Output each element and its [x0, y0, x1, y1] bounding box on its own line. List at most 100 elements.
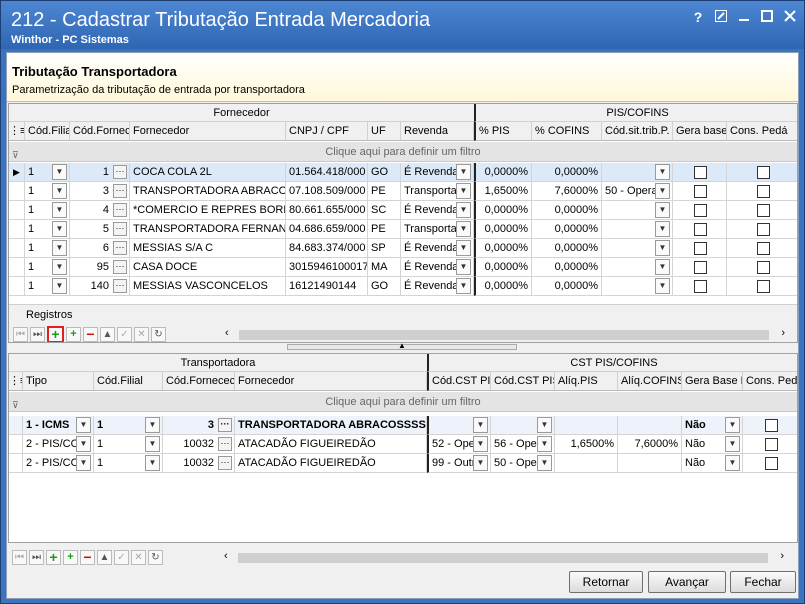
- chevron-down-icon[interactable]: ▼: [145, 417, 160, 433]
- col-pis[interactable]: % PIS: [474, 122, 532, 141]
- checkbox[interactable]: [764, 419, 778, 432]
- cell-fornecedor[interactable]: COCA COLA 2L: [130, 163, 286, 182]
- cell-cons-peda[interactable]: [743, 454, 797, 473]
- cell-cons-peda[interactable]: [727, 277, 797, 296]
- add-child-button[interactable]: +: [66, 327, 81, 342]
- table-row[interactable]: 2 - PIS/CO ▼ 1 ▼ 10032 ··· ATACADÃO FIGUEIREDÃ…: [9, 454, 797, 473]
- chevron-down-icon[interactable]: ▼: [456, 202, 471, 218]
- chevron-down-icon[interactable]: ▼: [456, 183, 471, 199]
- cell-cons-peda[interactable]: [727, 220, 797, 239]
- splitter-handle[interactable]: ▲: [287, 341, 517, 350]
- cell-uf[interactable]: SP: [368, 239, 401, 258]
- col-uf[interactable]: UF: [368, 122, 401, 141]
- refresh-button[interactable]: ↻: [151, 327, 166, 342]
- column-chooser-icon[interactable]: ⋮≡: [9, 372, 23, 391]
- chevron-down-icon[interactable]: ▼: [537, 455, 552, 471]
- table-row[interactable]: 1 - ICMS ▼ 1 ▼ 3 ··· TRANSPORTADORA ABRACOSSSS…: [9, 416, 797, 435]
- cell-cons-peda[interactable]: [727, 239, 797, 258]
- cell-aliq-cofins[interactable]: [618, 454, 682, 473]
- cell-cofins[interactable]: 0,0000%: [532, 239, 602, 258]
- table-row[interactable]: 1 ▼ 140 ··· MESSIAS VASCONCELOS 16121490144 GO…: [9, 277, 797, 296]
- scroll-thumb[interactable]: [239, 330, 769, 340]
- chevron-down-icon[interactable]: ▼: [76, 417, 91, 433]
- scroll-right-icon[interactable]: ›: [781, 327, 785, 339]
- col-tipo[interactable]: Tipo: [23, 372, 94, 391]
- chevron-down-icon[interactable]: ▼: [456, 221, 471, 237]
- cell-cod-filial[interactable]: 1 ▼: [25, 163, 70, 182]
- cell-tipo[interactable]: 1 - ICMS ▼: [23, 416, 94, 435]
- minimize-button[interactable]: [735, 9, 753, 25]
- cell-cons-peda[interactable]: [743, 435, 797, 454]
- chevron-down-icon[interactable]: ▼: [145, 436, 160, 452]
- ellipsis-button[interactable]: ···: [113, 222, 127, 236]
- first-record-button[interactable]: ⏮: [12, 550, 27, 565]
- col-revenda[interactable]: Revenda: [401, 122, 474, 141]
- table-row[interactable]: 1 ▼ 4 ··· *COMERCIO E REPRES BORNH 80.661.655…: [9, 201, 797, 220]
- cell-cnpj[interactable]: 3015946100017: [286, 258, 368, 277]
- chevron-down-icon[interactable]: ▼: [456, 164, 471, 180]
- cell-pis[interactable]: 0,0000%: [474, 201, 532, 220]
- cell-uf[interactable]: PE: [368, 182, 401, 201]
- col-cod-cst-cofins[interactable]: Cód.CST PIS: [491, 372, 555, 391]
- ellipsis-button[interactable]: ···: [113, 279, 127, 293]
- cell-cod-cst-pis[interactable]: ▼: [427, 416, 491, 435]
- last-record-button[interactable]: ⏭: [30, 327, 45, 342]
- cell-cod-filial[interactable]: 1 ▼: [25, 277, 70, 296]
- chevron-down-icon[interactable]: ▼: [76, 455, 91, 471]
- col-cofins[interactable]: % COFINS: [532, 122, 602, 141]
- cell-cons-peda[interactable]: [743, 416, 797, 435]
- cell-revenda[interactable]: É Revenda ▼: [401, 277, 474, 296]
- cell-cod-fornecedor[interactable]: 10032 ···: [163, 435, 235, 454]
- cell-cnpj[interactable]: 80.661.655/000: [286, 201, 368, 220]
- checkbox[interactable]: [756, 280, 770, 293]
- cell-cofins[interactable]: 0,0000%: [532, 201, 602, 220]
- chevron-down-icon[interactable]: ▼: [76, 436, 91, 452]
- table-row[interactable]: ▶ 1 ▼ 1 ··· COCA COLA 2L 01.564.418/000 GO É Rev…: [9, 163, 797, 182]
- add-record-button[interactable]: +: [46, 550, 61, 565]
- chevron-down-icon[interactable]: ▼: [52, 164, 67, 180]
- cell-fornecedor[interactable]: *COMERCIO E REPRES BORNH: [130, 201, 286, 220]
- col-cod-fornecedor[interactable]: Cód.Fornecec: [163, 372, 235, 391]
- col-cod-filial[interactable]: Cód.Filial: [25, 122, 70, 141]
- cell-cod-fornec[interactable]: 140 ···: [70, 277, 130, 296]
- cell-fornecedor[interactable]: TRANSPORTADORA ABRACOSSSS: [235, 416, 427, 435]
- cell-cod-fornec[interactable]: 3 ···: [70, 182, 130, 201]
- cell-revenda[interactable]: É Revenda ▼: [401, 163, 474, 182]
- col-gera-base[interactable]: Gera Base P: [682, 372, 743, 391]
- checkbox[interactable]: [756, 242, 770, 255]
- cell-gera-base[interactable]: [673, 239, 727, 258]
- post-button[interactable]: ✓: [117, 327, 132, 342]
- cell-cod-fornec[interactable]: 6 ···: [70, 239, 130, 258]
- cell-cod-filial[interactable]: 1 ▼: [25, 220, 70, 239]
- cell-cod-filial[interactable]: 1 ▼: [94, 416, 163, 435]
- post-button[interactable]: ✓: [114, 550, 129, 565]
- scroll-right-icon[interactable]: ›: [780, 550, 784, 562]
- edit-window-button[interactable]: [712, 9, 730, 25]
- cell-gera-base[interactable]: [673, 277, 727, 296]
- checkbox[interactable]: [693, 185, 707, 198]
- cell-cod-cst-cofins[interactable]: 50 - Ope ▼: [491, 454, 555, 473]
- delete-record-button[interactable]: −: [83, 327, 98, 342]
- cell-gera-base[interactable]: Não ▼: [682, 454, 743, 473]
- col-gera-base[interactable]: Gera base: [673, 122, 727, 141]
- chevron-down-icon[interactable]: ▼: [725, 417, 740, 433]
- checkbox[interactable]: [756, 185, 770, 198]
- chevron-down-icon[interactable]: ▼: [145, 455, 160, 471]
- cancel-edit-button[interactable]: ✕: [134, 327, 149, 342]
- table-row[interactable]: 1 ▼ 6 ··· MESSIAS S/A C 84.683.374/000 SP É Rev…: [9, 239, 797, 258]
- cell-gera-base[interactable]: Não ▼: [682, 435, 743, 454]
- cell-cons-peda[interactable]: [727, 182, 797, 201]
- col-fornecedor[interactable]: Fornecedor: [130, 122, 286, 141]
- cell-aliq-pis[interactable]: [555, 416, 618, 435]
- cell-cnpj[interactable]: 16121490144: [286, 277, 368, 296]
- cell-cod-fornec[interactable]: 4 ···: [70, 201, 130, 220]
- col-cod-sit-trib[interactable]: Cód.sit.trib.P.: [602, 122, 673, 141]
- cell-pis[interactable]: 0,0000%: [474, 220, 532, 239]
- move-up-button[interactable]: ▲: [97, 550, 112, 565]
- last-record-button[interactable]: ⏭: [29, 550, 44, 565]
- cell-revenda[interactable]: Transporta ▼: [401, 220, 474, 239]
- grid1-hscroll[interactable]: ‹ ›: [169, 327, 797, 342]
- cell-cod-sit-trib[interactable]: 50 - Opera ▼: [602, 182, 673, 201]
- cell-cod-fornec[interactable]: 1 ···: [70, 163, 130, 182]
- cell-cod-sit-trib[interactable]: ▼: [602, 258, 673, 277]
